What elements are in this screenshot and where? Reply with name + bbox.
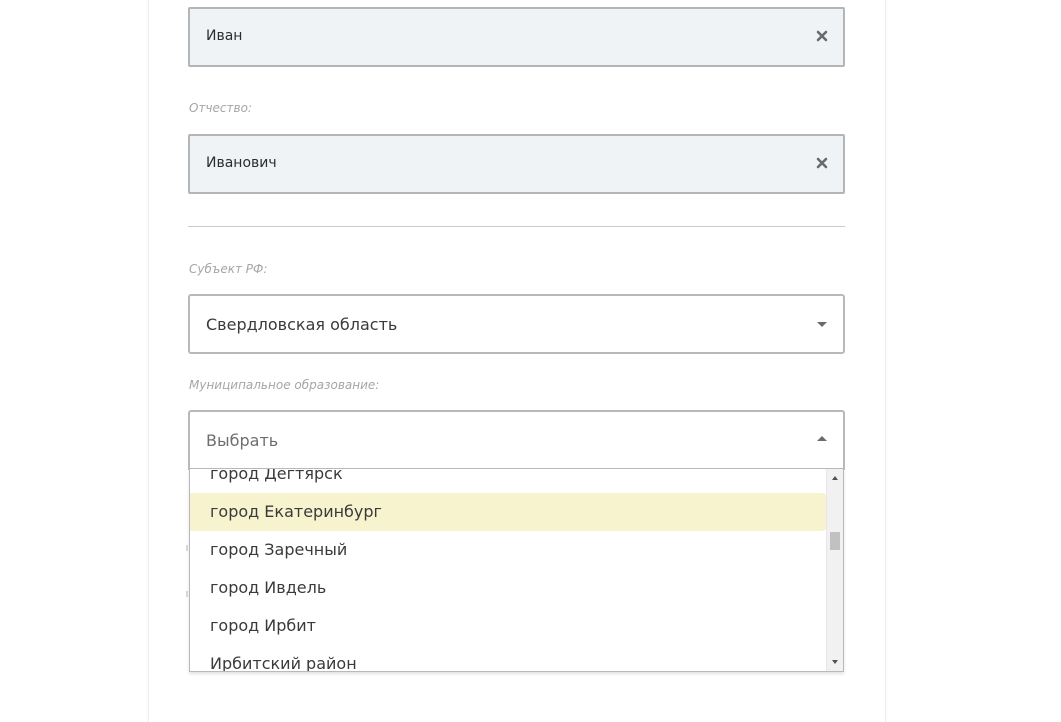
dropdown-option[interactable]: город Дегтярск bbox=[190, 469, 827, 493]
dropdown-option[interactable]: город Заречный bbox=[190, 531, 827, 569]
close-icon[interactable] bbox=[815, 155, 829, 169]
dropdown-option[interactable]: город Ивдель bbox=[190, 569, 827, 607]
dropdown-options: город Дегтярск город Екатеринбург город … bbox=[190, 469, 827, 671]
patronymic-field[interactable]: Иванович bbox=[188, 134, 845, 194]
scroll-up-arrow-icon[interactable] bbox=[832, 476, 838, 480]
municipality-dropdown-list[interactable]: город Дегтярск город Екатеринбург город … bbox=[189, 469, 844, 672]
dropdown-scrollbar[interactable] bbox=[826, 469, 843, 671]
hidden-field-edge bbox=[186, 591, 188, 597]
municipality-label: Муниципальное образование: bbox=[189, 378, 380, 392]
scrollbar-thumb[interactable] bbox=[830, 532, 840, 550]
dropdown-option-highlighted[interactable]: город Екатеринбург bbox=[190, 493, 826, 531]
chevron-up-icon bbox=[817, 436, 827, 441]
region-select[interactable]: Свердловская область bbox=[188, 294, 845, 354]
patronymic-label: Отчество: bbox=[189, 101, 252, 115]
first-name-field[interactable]: Иван bbox=[188, 7, 845, 67]
municipality-placeholder: Выбрать bbox=[206, 431, 279, 450]
section-divider bbox=[188, 226, 845, 227]
patronymic-value: Иванович bbox=[206, 155, 277, 171]
page: Иван Отчество: Иванович Субъект РФ: Свер… bbox=[0, 0, 1061, 722]
dropdown-option[interactable]: город Ирбит bbox=[190, 607, 827, 645]
first-name-value: Иван bbox=[206, 28, 243, 44]
scroll-down-arrow-icon[interactable] bbox=[832, 660, 838, 664]
region-label: Субъект РФ: bbox=[189, 262, 268, 276]
close-icon[interactable] bbox=[815, 28, 829, 42]
hidden-field-edge bbox=[186, 545, 188, 551]
dropdown-option[interactable]: Ирбитский район bbox=[190, 645, 827, 671]
chevron-down-icon bbox=[817, 322, 827, 327]
region-selected-value: Свердловская область bbox=[206, 315, 398, 334]
municipality-select[interactable]: Выбрать bbox=[188, 410, 845, 470]
